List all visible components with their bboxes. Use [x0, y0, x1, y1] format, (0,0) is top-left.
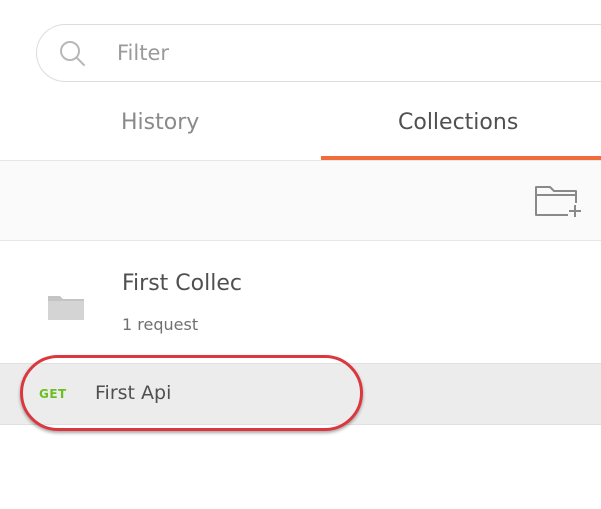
- active-tab-indicator: [321, 156, 601, 160]
- request-item[interactable]: GET First Api: [0, 363, 601, 425]
- tab-bar: History Collections: [0, 100, 601, 161]
- method-badge: GET: [39, 387, 67, 401]
- collection-item[interactable]: First Collec 1 request: [0, 241, 601, 363]
- new-folder-icon[interactable]: [532, 181, 584, 221]
- filter-box[interactable]: [36, 24, 601, 82]
- filter-input[interactable]: [117, 33, 577, 73]
- tab-collections[interactable]: Collections: [398, 110, 518, 135]
- request-name: First Api: [95, 382, 172, 404]
- collections-sidebar: History Collections First Collec 1 reque…: [0, 0, 601, 509]
- search-icon: [60, 41, 85, 66]
- collection-name: First Collec: [122, 271, 242, 296]
- collections-toolbar: [0, 161, 601, 241]
- collection-request-count: 1 request: [122, 315, 199, 334]
- tab-history[interactable]: History: [121, 110, 199, 135]
- folder-icon: [48, 296, 84, 320]
